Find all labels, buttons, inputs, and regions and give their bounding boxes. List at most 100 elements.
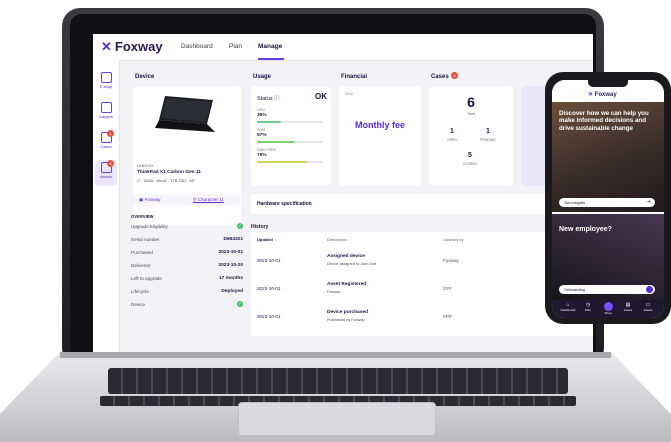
cases-pending-value: 1 <box>486 128 490 135</box>
overview-label: Purchased <box>131 250 153 255</box>
sidebar-item-label: Assets <box>99 174 112 179</box>
financial-card[interactable] <box>339 86 421 186</box>
col-updated[interactable]: Updated ↓ <box>257 237 276 242</box>
tab-label: Plan <box>584 308 591 312</box>
history-table <box>251 232 593 336</box>
metric-value: 76% <box>257 153 267 158</box>
history-by: FPP <box>443 314 452 319</box>
owner-label: Foxway <box>144 197 161 202</box>
phone-brand: ✕ Foxway <box>588 91 617 98</box>
shop-icon <box>603 302 613 311</box>
insights-button[interactable]: Get insights ➜ <box>559 198 655 207</box>
metric-track <box>257 141 323 143</box>
onboarding-button[interactable]: Onboarding <box>559 285 655 294</box>
tab-shop[interactable]: Shop <box>598 302 618 315</box>
metric-bar <box>257 141 295 143</box>
owner-link[interactable]: ▣ Foxway <box>139 197 160 203</box>
tab-cases[interactable]: ▤ Cases <box>618 302 638 312</box>
sidebar-item-label: Insights <box>99 114 113 119</box>
monthly-fee: Monthly fee <box>354 120 405 130</box>
foxway-logo-icon: ✕ <box>588 92 595 98</box>
device-spec: i7 - 16GB - Win11 - 1TB SSD - MT <box>137 179 195 183</box>
metric-track <box>257 121 323 123</box>
overview-value: 2023-10-20 <box>218 263 243 268</box>
overview-label: Serial number <box>131 237 160 242</box>
cases-total-label: Total <box>466 112 476 116</box>
cases-open-value: 1 <box>450 128 454 135</box>
sidebar-item-label: Cases <box>100 144 112 149</box>
employee-title: New employee? <box>559 226 612 233</box>
cases-total: 6 <box>467 94 475 110</box>
metric-track <box>257 161 323 163</box>
sidebar-item-insights[interactable]: Insights <box>95 100 117 126</box>
metric-bar <box>257 161 308 163</box>
overview-value: D654321 <box>223 237 243 242</box>
history-date: 2023-10-01 <box>257 258 281 263</box>
history-row-sub: Purchased by Foxway <box>327 318 365 322</box>
brand-name: Foxway <box>114 39 163 54</box>
overview-label: Delivered <box>131 263 151 268</box>
nav-manage[interactable]: Manage <box>258 43 282 50</box>
usage-title: Usage <box>253 74 272 80</box>
sidebar-item-eshop[interactable]: E-shop <box>95 70 117 96</box>
cases-closed-label: CLOSED <box>463 162 477 166</box>
insights-button-label: Get insights <box>564 200 586 205</box>
history-row-title: Assigned device <box>327 254 365 259</box>
metric-value: 57% <box>257 133 267 138</box>
foxway-logo-icon: ✕ <box>101 39 112 54</box>
history-title: History <box>251 224 269 230</box>
check-icon: ✓ <box>237 223 243 229</box>
brand-logo[interactable]: ✕ Foxway <box>101 39 163 55</box>
col-description: Description <box>327 237 348 242</box>
history-date: 2023-10-01 <box>257 314 281 319</box>
metric-value: 36% <box>257 113 267 118</box>
overview-title: OVERVIEW <box>131 214 154 219</box>
cases-closed-value: 5 <box>468 152 472 159</box>
cases-badge: 1 <box>107 130 114 137</box>
overview-label: Left to upgrade <box>131 276 162 281</box>
laptop-hinge <box>60 352 611 358</box>
laptop-screen: ✕ Foxway Dashboard Plan Manage E-shop Ins… <box>93 34 593 352</box>
tab-label: Assets <box>643 308 653 312</box>
device-title: Device <box>135 74 155 80</box>
character-label: Character 11 <box>197 197 224 202</box>
nav-active-indicator <box>258 58 284 60</box>
history-by: Foxway <box>443 258 459 263</box>
top-bar <box>93 34 593 61</box>
laptop-image <box>153 94 221 132</box>
info-icon: ⓘ <box>274 96 280 102</box>
sidebar-item-label: E-shop <box>99 84 113 89</box>
arrow-circle-icon <box>646 286 653 293</box>
tab-label: Shop <box>604 311 612 315</box>
overview-value: Deployed <box>221 289 243 294</box>
sort-arrow-icon: ↓ <box>274 237 277 242</box>
tab-plan[interactable]: ◷ Plan <box>578 302 598 312</box>
overview-label: Lifecycle <box>131 289 149 294</box>
assets-badge: 6 <box>107 160 114 167</box>
device-model: ThinkPad X1 Carbon Gen 11 <box>137 170 201 175</box>
nav-dashboard[interactable]: Dashboard <box>181 43 213 50</box>
history-by: CFF <box>443 286 452 291</box>
phone-headline: Discover how we can help you make inform… <box>559 110 649 132</box>
metric-label: DISK FREE <box>257 148 276 152</box>
device-maker: LENOVO <box>137 164 153 168</box>
nav-plan[interactable]: Plan <box>229 43 242 50</box>
keyboard <box>108 368 568 394</box>
trackpad <box>238 402 436 436</box>
history-date: 2023-10-01 <box>257 286 281 291</box>
character-link[interactable]: ⚲ Character 11 <box>193 197 224 203</box>
overview-label: Device <box>131 302 146 307</box>
phone-screen: ✕ Foxway Discover how we can help you ma… <box>552 80 664 318</box>
col-updated-label: Updated <box>257 237 273 242</box>
tab-assets[interactable]: ▭ Assets <box>638 302 658 312</box>
tab-label: Cases <box>623 308 633 312</box>
history-row-title: Asset Registered <box>327 282 367 287</box>
status-value: OK <box>315 92 327 101</box>
status-label-text: Status <box>257 96 273 102</box>
arrow-right-icon: ➜ <box>646 199 651 205</box>
tab-dashboard[interactable]: ⌂ Dashboard <box>558 302 578 312</box>
metric-bar <box>257 121 281 123</box>
overview-value: 17 months <box>219 276 243 281</box>
overview-label: Upgrade Eligibility <box>131 224 168 229</box>
phone-brand-name: Foxway <box>594 92 617 98</box>
